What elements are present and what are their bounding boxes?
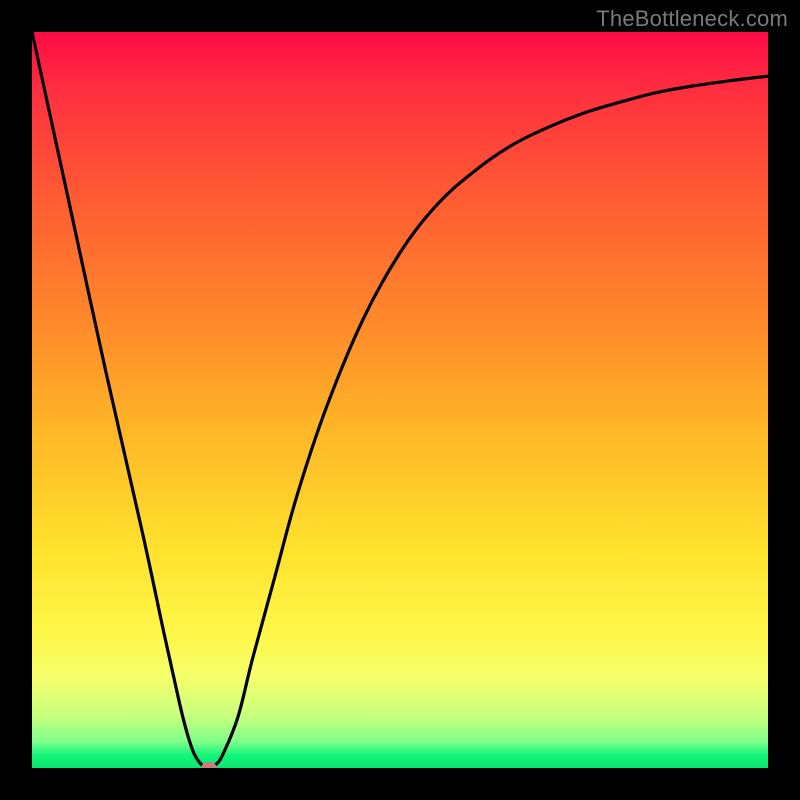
curve-svg: [32, 32, 768, 768]
bottleneck-curve: [32, 32, 768, 768]
chart-frame: TheBottleneck.com: [0, 0, 800, 800]
plot-area: [32, 32, 768, 768]
optimum-marker: [201, 762, 217, 768]
watermark-text: TheBottleneck.com: [596, 6, 788, 32]
